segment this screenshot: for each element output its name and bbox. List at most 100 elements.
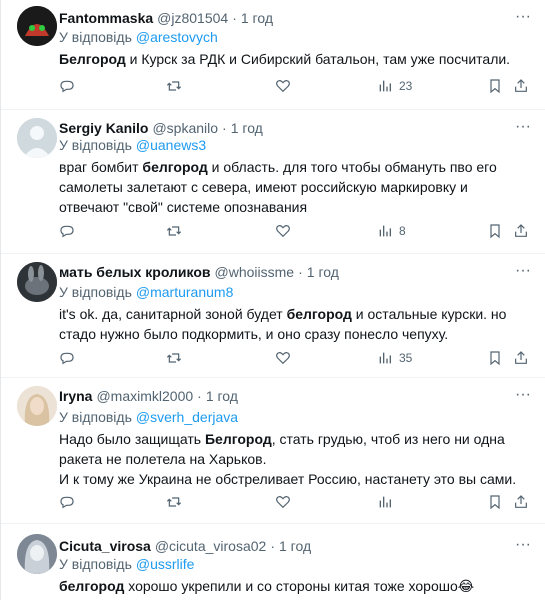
separator-dot: · — [232, 10, 237, 26]
text-segment: враг бомбит — [59, 159, 143, 175]
retweet-icon[interactable] — [166, 78, 182, 94]
reply-prefix: У відповідь — [59, 29, 132, 45]
author-name[interactable]: Iryna — [59, 388, 92, 404]
retweet-icon[interactable] — [166, 494, 182, 510]
bookmark-icon[interactable] — [487, 223, 503, 239]
reply-mention[interactable]: @ussrlife — [136, 556, 195, 572]
tweet[interactable]: Iryna @maximkl2000 · 1 год ··· У відпові… — [1, 378, 545, 524]
like-icon[interactable] — [275, 494, 291, 510]
reply-mention[interactable]: @marturanum8 — [136, 284, 233, 300]
tweet-text: враг бомбит белгород и область. для того… — [59, 157, 528, 217]
keyword-highlight: белгород — [286, 306, 352, 322]
tweet-actions: 35 — [59, 350, 528, 370]
more-icon[interactable]: ··· — [512, 387, 534, 408]
like-icon[interactable] — [275, 223, 291, 239]
reply-mention[interactable]: @uanews3 — [136, 137, 206, 153]
views-icon[interactable]: 23 — [377, 78, 412, 94]
timestamp[interactable]: 1 год — [279, 538, 311, 554]
text-segment: хорошо укрепили и со стороны китая тоже … — [124, 578, 458, 594]
share-icon[interactable] — [513, 78, 529, 94]
views-count: 8 — [399, 224, 406, 238]
tweet-text: Белгород и Курск за РДК и Сибирский бата… — [59, 49, 528, 69]
author-handle[interactable]: @spkanilo — [152, 120, 218, 136]
reply-context: У відповідь @uanews3 — [59, 137, 206, 153]
reply-context: У відповідь @marturanum8 — [59, 284, 233, 300]
tweet-header: мать белых кроликов @whoiissme · 1 год — [59, 262, 339, 282]
tweet[interactable]: Cicuta_virosa @cicuta_virosa02 · 1 год ·… — [1, 524, 545, 600]
tweet-text: Надо было защищать Белгород, стать грудь… — [59, 429, 528, 489]
share-icon[interactable] — [513, 223, 529, 239]
keyword-highlight: белгород — [142, 159, 208, 175]
reply-prefix: У відповідь — [59, 409, 132, 425]
tweet-header: Sergiy Kanilo @spkanilo · 1 год — [59, 118, 263, 138]
more-icon[interactable]: ··· — [512, 537, 534, 558]
more-icon[interactable]: ··· — [512, 119, 534, 140]
author-handle[interactable]: @cicuta_virosa02 — [155, 538, 267, 554]
keyword-highlight: Белгород — [204, 431, 272, 447]
like-icon[interactable] — [275, 78, 291, 94]
views-count: 23 — [399, 79, 413, 93]
reply-icon[interactable] — [59, 494, 75, 510]
bookmark-icon[interactable] — [487, 350, 503, 366]
tweet[interactable]: мать белых кроликов @whoiissme · 1 год ·… — [1, 254, 545, 378]
reply-mention[interactable]: @arestovych — [136, 29, 218, 45]
tweet-header: Fantommaska @jz801504 · 1 год — [59, 8, 273, 28]
author-handle[interactable]: @whoiissme — [215, 264, 295, 280]
tweet-text: белгород хорошо укрепили и со стороны ки… — [59, 576, 528, 596]
reply-prefix: У відповідь — [59, 556, 132, 572]
author-name[interactable]: Sergiy Kanilo — [59, 120, 148, 136]
retweet-icon[interactable] — [166, 223, 182, 239]
separator-dot: · — [270, 538, 275, 554]
reply-prefix: У відповідь — [59, 284, 132, 300]
share-icon[interactable] — [513, 494, 529, 510]
views-icon[interactable]: 8 — [377, 223, 406, 239]
more-icon[interactable]: ··· — [512, 9, 534, 30]
reply-feed: Fantommaska @jz801504 · 1 год ··· У відп… — [0, 0, 545, 600]
reply-context: У відповідь @sverh_derjava — [59, 409, 238, 425]
author-name[interactable]: Fantommaska — [59, 10, 153, 26]
views-count: 35 — [399, 351, 413, 365]
text-segment: и Курск за РДК и Сибирский батальон, там… — [125, 51, 511, 67]
views-icon[interactable] — [377, 494, 393, 510]
text-segment: Надо было защищать — [59, 431, 205, 447]
more-icon[interactable]: ··· — [512, 263, 534, 284]
author-name[interactable]: мать белых кроликов — [59, 264, 211, 280]
bookmark-icon[interactable] — [487, 494, 503, 510]
author-handle[interactable]: @maximkl2000 — [96, 388, 193, 404]
tweet-actions — [59, 494, 528, 514]
timestamp[interactable]: 1 год — [206, 388, 238, 404]
avatar[interactable] — [17, 262, 57, 302]
timestamp[interactable]: 1 год — [307, 264, 339, 280]
separator-dot: · — [222, 120, 227, 136]
tweet-actions: 23 — [59, 78, 528, 98]
tweet[interactable]: Fantommaska @jz801504 · 1 год ··· У відп… — [1, 0, 545, 110]
tweet-header: Iryna @maximkl2000 · 1 год — [59, 386, 238, 406]
views-icon[interactable]: 35 — [377, 350, 412, 366]
tweet-actions: 8 — [59, 223, 528, 243]
avatar[interactable] — [17, 386, 57, 426]
reply-context: У відповідь @ussrlife — [59, 556, 194, 572]
avatar[interactable] — [17, 6, 57, 46]
timestamp[interactable]: 1 год — [241, 10, 273, 26]
keyword-highlight: Белгород — [59, 51, 126, 67]
reply-icon[interactable] — [59, 78, 75, 94]
share-icon[interactable] — [513, 350, 529, 366]
reply-mention[interactable]: @sverh_derjava — [136, 409, 238, 425]
timestamp[interactable]: 1 год — [231, 120, 263, 136]
tweet[interactable]: Sergiy Kanilo @spkanilo · 1 год ··· У ві… — [1, 110, 545, 254]
separator-dot: · — [298, 264, 303, 280]
avatar[interactable] — [17, 534, 57, 574]
keyword-highlight: белгород — [59, 578, 125, 594]
author-name[interactable]: Cicuta_virosa — [59, 538, 151, 554]
avatar[interactable] — [17, 118, 57, 158]
like-icon[interactable] — [275, 350, 291, 366]
reply-icon[interactable] — [59, 350, 75, 366]
retweet-icon[interactable] — [166, 350, 182, 366]
bookmark-icon[interactable] — [487, 78, 503, 94]
text-paragraph: И к тому же Украина не обстреливает Росс… — [59, 471, 517, 487]
reply-icon[interactable] — [59, 223, 75, 239]
reply-context: У відповідь @arestovych — [59, 29, 218, 45]
author-handle[interactable]: @jz801504 — [157, 10, 228, 26]
tweet-header: Cicuta_virosa @cicuta_virosa02 · 1 год — [59, 536, 311, 556]
reply-prefix: У відповідь — [59, 137, 132, 153]
